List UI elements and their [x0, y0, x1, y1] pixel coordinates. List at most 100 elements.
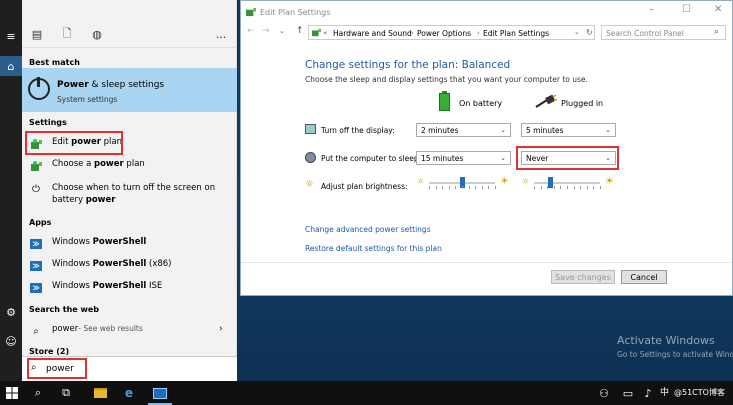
app-powershell-ise[interactable]: ≫ Windows PowerShell ISE [29, 281, 162, 295]
slider-tick [448, 186, 450, 189]
activate-windows-title: Activate Windows [617, 334, 715, 347]
slider-tick [488, 186, 490, 189]
breadcrumb[interactable]: « Hardware and Sound › Power Options › E… [308, 25, 595, 40]
result-screen-off-battery[interactable]: ⏻ Choose when to turn off the screen on … [29, 182, 215, 206]
window-title: Edit Plan Settings [260, 8, 331, 17]
globe-icon[interactable]: ◍ [90, 27, 104, 41]
result-choose-power-plan[interactable]: Choose a power plan [29, 159, 145, 173]
refresh-icon[interactable]: ↻ [586, 28, 593, 37]
up-arrow-icon[interactable]: ↑ [296, 26, 304, 36]
display-battery-select[interactable]: 2 minutes ⌄ [416, 123, 511, 137]
app-powershell[interactable]: ≫ Windows PowerShell [29, 237, 146, 251]
slider-tick [593, 186, 595, 189]
app-powershell-x86[interactable]: ≫ Windows PowerShell (x86) [29, 259, 172, 273]
sun-small-icon: ☼ [522, 177, 530, 186]
highlight-search-box [27, 358, 87, 379]
sleep-icon [305, 152, 316, 163]
page-subtitle: Choose the sleep and display settings th… [305, 75, 588, 84]
search-icon: ⌕ [33, 325, 39, 337]
home-icon[interactable]: ⌂ [0, 56, 22, 76]
start-search-pane: ▤ 🗋 ◍ ... Best match Power & sleep setti… [22, 0, 237, 381]
column-plugged-in: Plugged in [561, 99, 604, 108]
restore-defaults-link[interactable]: Restore default settings for this plan [305, 244, 442, 253]
brightness-plugged-thumb[interactable] [548, 177, 553, 188]
best-match-item[interactable]: Power & sleep settings System settings [22, 68, 237, 112]
highlight-edit-power-plan [25, 131, 123, 155]
result-label: Windows PowerShell (x86) [52, 259, 172, 269]
search-web-header: Search the web [29, 305, 100, 314]
sleep-battery-select[interactable]: 15 minutes ⌄ [416, 151, 511, 165]
title-bar: Edit Plan Settings – ☐ ✕ [241, 1, 732, 23]
column-on-battery: On battery [459, 99, 503, 108]
result-label: Choose when to turn off the screen on ba… [52, 183, 216, 205]
brightness-plugged-slider[interactable] [534, 182, 600, 184]
file-icon[interactable]: 🗋 [60, 27, 74, 41]
save-changes-button[interactable]: Save changes [551, 270, 615, 284]
slider-tick [553, 186, 555, 189]
back-arrow-icon[interactable]: ← [247, 26, 255, 36]
slider-tick [435, 186, 437, 189]
taskbar: ⌕ ⧉ e ⚇ ▭ ♪ 中 @51CTO博客 [0, 381, 733, 405]
search-control-panel[interactable]: Search Control Panel ⌕ [601, 25, 726, 40]
power-icon: ⏻ [32, 183, 40, 195]
breadcrumb-hardware-sound[interactable]: Hardware and Sound [333, 29, 412, 38]
slider-tick [534, 186, 535, 189]
advanced-settings-link[interactable]: Change advanced power settings [305, 225, 431, 234]
ime-indicator[interactable]: 中 [660, 385, 669, 398]
battery-icon [439, 91, 451, 111]
chevron-down-icon: ⌄ [605, 126, 611, 134]
breadcrumb-edit-plan[interactable]: Edit Plan Settings [483, 29, 549, 38]
chevron-down-icon: ⌄ [500, 126, 506, 134]
chevron-down-icon: ⌄ [500, 154, 506, 162]
filter-tabs: ▤ 🗋 ◍ ... [22, 0, 237, 48]
power-plan-icon [29, 159, 43, 173]
powershell-icon: ≫ [30, 283, 42, 293]
file-explorer-icon[interactable] [92, 385, 108, 401]
breadcrumb-power-options[interactable]: Power Options [417, 29, 471, 38]
sun-small-icon: ☼ [417, 177, 425, 186]
slider-tick [560, 186, 562, 189]
edit-plan-settings-window: Edit Plan Settings – ☐ ✕ ← → ⌄ ↑ « Hardw… [240, 0, 733, 296]
volume-icon[interactable]: ♪ [640, 385, 656, 401]
slider-tick [462, 186, 463, 189]
control-panel-icon [311, 28, 322, 39]
maximize-button[interactable]: ☐ [682, 4, 691, 15]
gear-icon[interactable]: ⚙ [0, 302, 22, 322]
more-options-button[interactable]: ... [214, 27, 228, 41]
document-list-icon[interactable]: ▤ [30, 27, 44, 41]
highlight-sleep-plugged [516, 146, 619, 170]
chevron-down-icon[interactable]: ⌄ [574, 28, 580, 36]
forward-arrow-icon[interactable]: → [262, 26, 270, 36]
slider-tick [567, 186, 568, 189]
people-icon[interactable]: ⚇ [596, 385, 612, 401]
close-button[interactable]: ✕ [714, 4, 722, 15]
network-icon[interactable]: ▭ [620, 385, 636, 401]
turn-off-display-label: Turn off the display: [321, 126, 395, 135]
internet-explorer-icon[interactable]: e [121, 385, 137, 401]
best-match-subtitle: System settings [57, 95, 118, 104]
slider-tick [540, 186, 542, 189]
sun-large-icon: ☀ [500, 176, 509, 187]
slider-tick [442, 186, 444, 189]
recent-dropdown-icon[interactable]: ⌄ [279, 27, 285, 35]
search-icon[interactable]: ⌕ [30, 385, 46, 401]
sleep-label: Put the computer to sleep: [321, 154, 422, 163]
powershell-taskbar-icon[interactable] [151, 385, 169, 401]
slider-tick [495, 186, 496, 189]
cancel-button[interactable]: Cancel [621, 270, 667, 284]
minimize-button[interactable]: – [649, 4, 654, 15]
activate-windows-subtitle: Go to Settings to activate Windows. [617, 350, 733, 359]
windows-start-icon[interactable] [4, 385, 20, 401]
hamburger-menu-icon[interactable]: ≡ [0, 26, 22, 46]
slider-tick [429, 186, 430, 189]
search-icon: ⌕ [714, 27, 720, 37]
result-label: Windows PowerShell ISE [52, 281, 163, 291]
task-view-icon[interactable]: ⧉ [58, 385, 74, 401]
slider-tick [600, 186, 601, 189]
feedback-icon[interactable]: ☺ [0, 331, 22, 351]
sun-large-icon: ☀ [605, 176, 614, 187]
web-search-result[interactable]: ⌕ power - See web results › [29, 324, 229, 338]
power-icon [28, 77, 50, 100]
display-plugged-select[interactable]: 5 minutes ⌄ [521, 123, 616, 137]
search-control-panel-input[interactable]: Search Control Panel [606, 29, 684, 38]
